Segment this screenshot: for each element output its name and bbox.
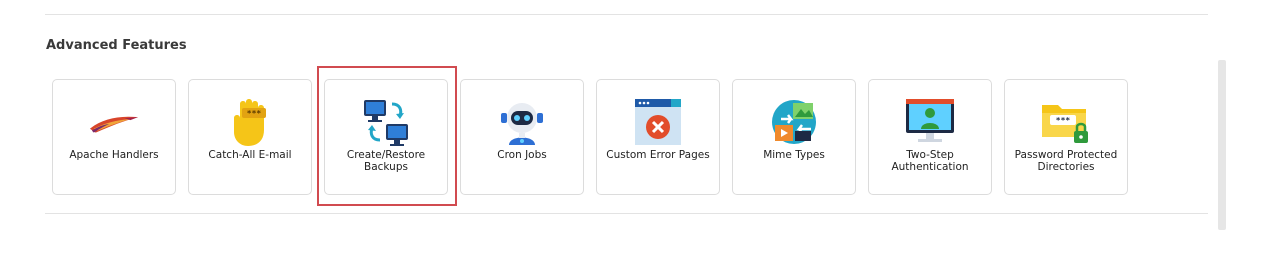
apache-feather-icon [88, 96, 140, 148]
tile-mime-types[interactable]: Mime Types [732, 79, 856, 195]
svg-text:***: *** [247, 109, 262, 118]
robot-icon [496, 96, 548, 148]
error-page-icon [632, 96, 684, 148]
backup-computers-icon [360, 96, 412, 148]
bottom-divider [45, 213, 1208, 214]
tile-apache-handlers[interactable]: Apache Handlers [52, 79, 176, 195]
tile-label: Apache Handlers [69, 149, 159, 161]
mime-types-icon [768, 96, 820, 148]
raised-hand-icon: *** [224, 96, 276, 148]
tile-two-step-authentication[interactable]: Two-Step Authentication [868, 79, 992, 195]
tile-label: Mime Types [763, 149, 825, 161]
tile-label: Cron Jobs [497, 149, 547, 161]
tile-label: Two-Step Authentication [891, 149, 969, 173]
svg-text:***: *** [1056, 116, 1071, 125]
tile-create-restore-backups[interactable]: Create/Restore Backups [324, 79, 448, 195]
section-title: Advanced Features [46, 38, 187, 53]
tile-label: Password Protected Directories [1014, 149, 1118, 173]
tile-password-protected-directories[interactable]: *** Password Protected Directories [1004, 79, 1128, 195]
scrollbar[interactable] [1218, 60, 1226, 230]
tile-cron-jobs[interactable]: Cron Jobs [460, 79, 584, 195]
top-divider [45, 14, 1208, 15]
tile-custom-error-pages[interactable]: Custom Error Pages [596, 79, 720, 195]
tile-label: Create/Restore Backups [346, 149, 426, 173]
tile-label: Catch-All E-mail [208, 149, 292, 161]
two-step-auth-icon [904, 96, 956, 148]
locked-folder-icon: *** [1040, 96, 1092, 148]
tile-label: Custom Error Pages [606, 149, 710, 161]
tile-catch-all-email[interactable]: *** Catch-All E-mail [188, 79, 312, 195]
